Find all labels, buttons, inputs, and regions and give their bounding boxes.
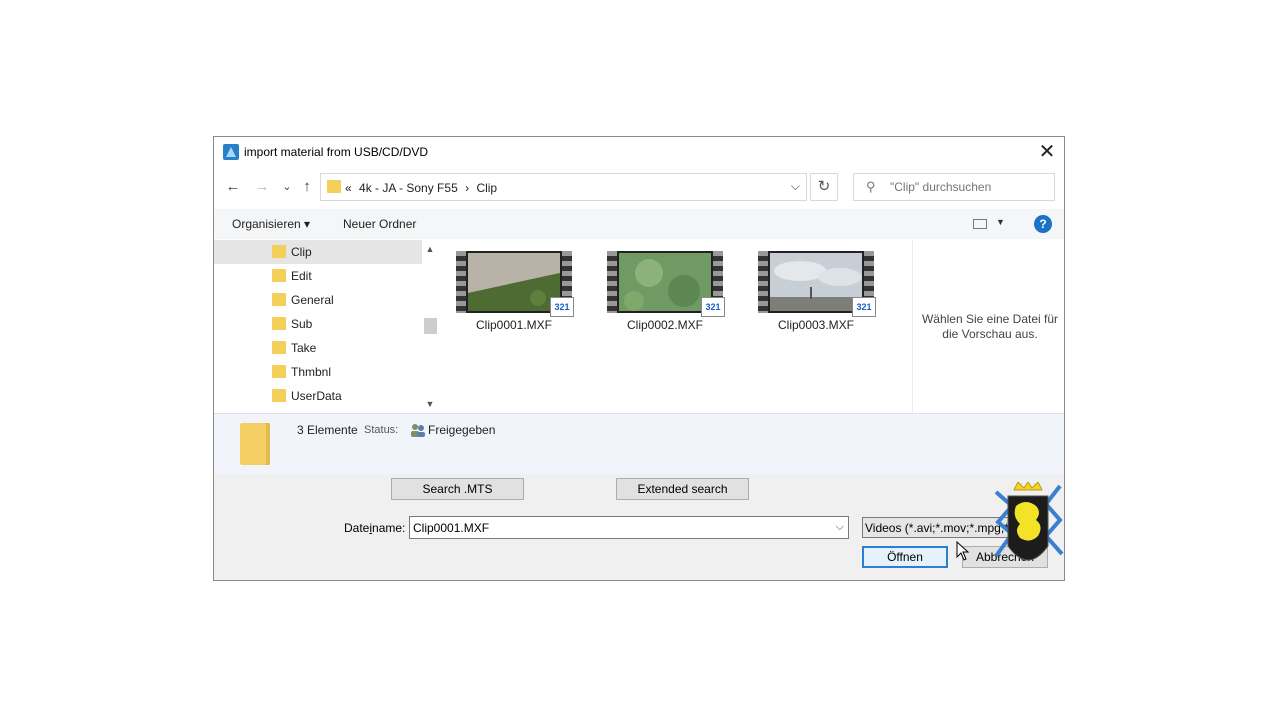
video-thumbnail: 321 bbox=[607, 251, 725, 317]
folder-icon bbox=[272, 293, 286, 306]
back-button[interactable]: ← bbox=[223, 177, 243, 197]
scroll-up-icon[interactable]: ▲ bbox=[422, 242, 438, 256]
tree-item-thmbnl[interactable]: Thmbnl bbox=[214, 360, 422, 384]
thumbnail-image bbox=[468, 253, 560, 311]
filename-label: Dateiname: bbox=[344, 521, 405, 535]
mouse-cursor-icon bbox=[956, 541, 970, 561]
folder-icon bbox=[272, 341, 286, 354]
tree-scrollbar[interactable]: ▲ ▼ bbox=[422, 240, 438, 412]
navigation-pane: Clip Edit General Sub Take Thmbnl UserDa… bbox=[214, 240, 438, 412]
tree-item-label: General bbox=[291, 293, 334, 307]
view-mode-icon[interactable] bbox=[973, 219, 987, 229]
tree-item-sub[interactable]: Sub bbox=[214, 312, 422, 336]
open-button[interactable]: Öffnen bbox=[862, 546, 948, 568]
tree-item-label: Edit bbox=[291, 269, 312, 283]
breadcrumb-overflow[interactable]: « bbox=[345, 181, 352, 195]
thumbnail-image bbox=[770, 253, 862, 311]
folder-icon bbox=[272, 245, 286, 258]
filename-label-part: Date bbox=[344, 521, 370, 535]
status-value: Freigegeben bbox=[428, 423, 496, 437]
shared-users-icon bbox=[411, 424, 425, 437]
window-title: import material from USB/CD/DVD bbox=[244, 145, 429, 159]
video-thumbnail: 321 bbox=[456, 251, 574, 317]
tree-item-edit[interactable]: Edit bbox=[214, 264, 422, 288]
folder-icon bbox=[272, 365, 286, 378]
up-button[interactable]: ↑ bbox=[297, 177, 317, 197]
folder-icon bbox=[240, 423, 270, 465]
media-player-badge-icon: 321 bbox=[550, 297, 574, 317]
search-icon: ⚲ bbox=[866, 179, 876, 194]
help-icon[interactable]: ? bbox=[1034, 215, 1052, 233]
tree-item-label: Take bbox=[291, 341, 317, 355]
file-name: Clip0001.MXF bbox=[475, 318, 553, 332]
tree-item-clip[interactable]: Clip bbox=[214, 240, 422, 264]
thumbnail-image bbox=[619, 253, 711, 311]
navigation-bar: ← → ⌄ ↑ « 4k - JA - Sony F55 › Clip ⌵ ↻ … bbox=[214, 171, 1064, 203]
view-options-caret-icon[interactable]: ▼ bbox=[996, 217, 1005, 227]
title-bar: import material from USB/CD/DVD ✕ bbox=[214, 137, 1064, 167]
filename-label-part: name: bbox=[372, 521, 406, 535]
item-count: 3 Elemente bbox=[297, 423, 358, 437]
video-thumbnail: 321 bbox=[758, 251, 876, 317]
search-box[interactable]: ⚲ bbox=[853, 173, 1055, 201]
details-pane: 3 Elemente Status: Freigegeben bbox=[214, 413, 1064, 474]
forward-button[interactable]: → bbox=[252, 177, 272, 197]
folder-icon bbox=[272, 389, 286, 402]
media-player-badge-icon: 321 bbox=[701, 297, 725, 317]
recent-locations-button[interactable]: ⌄ bbox=[277, 177, 297, 197]
media-player-badge-icon: 321 bbox=[852, 297, 876, 317]
extended-search-button[interactable]: Extended search bbox=[616, 478, 749, 500]
tree-item-general[interactable]: General bbox=[214, 288, 422, 312]
tree-item-take[interactable]: Take bbox=[214, 336, 422, 360]
app-icon bbox=[223, 144, 239, 160]
tree-item-label: UserData bbox=[291, 389, 342, 403]
film-strip-icon bbox=[456, 251, 466, 313]
file-item[interactable]: 321 Clip0003.MXF bbox=[741, 248, 876, 344]
folder-icon bbox=[327, 180, 341, 193]
file-name: Clip0002.MXF bbox=[626, 318, 704, 332]
new-folder-button[interactable]: Neuer Ordner bbox=[343, 217, 416, 231]
tree-item-userdata[interactable]: UserData bbox=[214, 384, 422, 408]
file-name: Clip0003.MXF bbox=[777, 318, 855, 332]
status-label: Status: bbox=[364, 424, 399, 436]
tree-item-label: Sub bbox=[291, 317, 313, 331]
scroll-down-icon[interactable]: ▼ bbox=[422, 397, 438, 411]
preview-pane: Wählen Sie eine Datei für die Vorschau a… bbox=[912, 240, 1065, 412]
chevron-down-icon[interactable]: ⌵ bbox=[791, 179, 800, 194]
close-button[interactable]: ✕ bbox=[1034, 139, 1060, 165]
tree-item-label: Thmbnl bbox=[291, 365, 332, 379]
dialog-footer: Search .MTS Extended search Dateiname: ⌵… bbox=[214, 474, 1064, 580]
lion-crest-logo bbox=[994, 482, 1064, 561]
scroll-thumb[interactable] bbox=[424, 318, 437, 334]
breadcrumb: « 4k - JA - Sony F55 › Clip bbox=[345, 181, 501, 195]
file-open-dialog: import material from USB/CD/DVD ✕ ← → ⌄ … bbox=[213, 136, 1065, 581]
film-strip-icon bbox=[607, 251, 617, 313]
address-bar[interactable]: « 4k - JA - Sony F55 › Clip ⌵ bbox=[320, 173, 807, 201]
search-mts-button[interactable]: Search .MTS bbox=[391, 478, 524, 500]
folder-icon bbox=[272, 269, 286, 282]
breadcrumb-item[interactable]: 4k - JA - Sony F55 bbox=[359, 181, 458, 195]
file-item[interactable]: 321 Clip0001.MXF bbox=[439, 248, 574, 344]
film-strip-icon bbox=[758, 251, 768, 313]
folder-icon bbox=[272, 317, 286, 330]
refresh-button[interactable]: ↻ bbox=[810, 173, 838, 201]
chevron-down-icon[interactable]: ⌵ bbox=[836, 521, 844, 534]
breadcrumb-separator[interactable]: › bbox=[465, 181, 469, 195]
filename-input[interactable] bbox=[413, 520, 823, 535]
organize-menu[interactable]: Organisieren ▾ bbox=[232, 217, 310, 231]
breadcrumb-item[interactable]: Clip bbox=[476, 181, 497, 195]
file-list: 321 Clip0001.MXF 321 Clip0002.MXF 321 Cl… bbox=[439, 240, 912, 412]
search-input[interactable] bbox=[890, 179, 1050, 195]
filename-combobox[interactable]: ⌵ bbox=[409, 516, 849, 539]
command-bar: Organisieren ▾ Neuer Ordner ▼ ? bbox=[214, 209, 1064, 239]
file-item[interactable]: 321 Clip0002.MXF bbox=[590, 248, 725, 344]
preview-message: Wählen Sie eine Datei für die Vorschau a… bbox=[921, 312, 1059, 341]
tree-item-label: Clip bbox=[291, 245, 312, 259]
